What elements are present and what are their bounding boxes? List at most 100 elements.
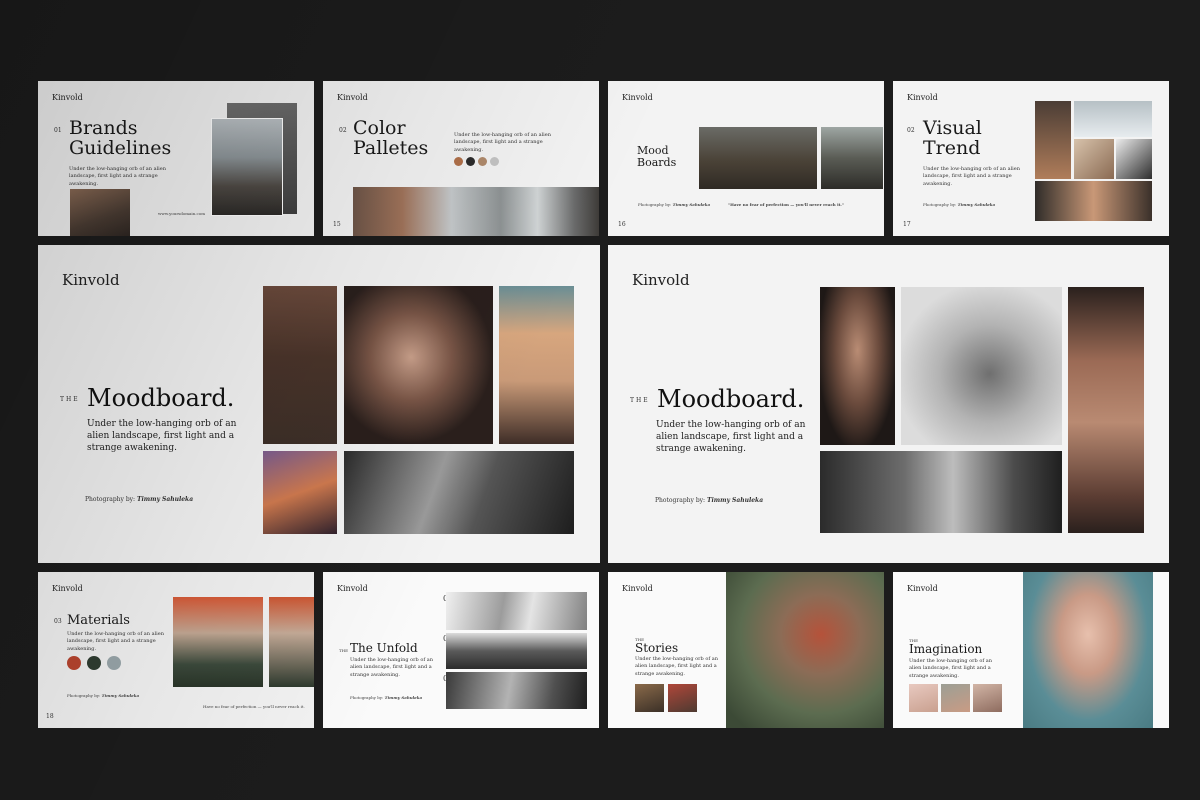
slide-description: Under the low-hanging orb of an alien la…	[909, 658, 993, 679]
slide-materials[interactable]: Kinvold 03 Materials Under the low-hangi…	[38, 572, 314, 728]
slide-title-line-1: Brands	[69, 117, 138, 139]
brand-logo: Kinvold	[632, 271, 690, 289]
photo-credit: Photography by: Timmy Sahuleka	[923, 202, 995, 207]
unfold-item-2-photo	[446, 633, 587, 669]
photo-trend-5	[1035, 181, 1152, 221]
palette-swatch-2	[87, 656, 101, 670]
slide-title: Stories	[635, 641, 679, 655]
palette-swatch-3	[478, 157, 487, 166]
photo-credit-name: Timmy Sahuleka	[384, 695, 423, 700]
slide-title: Moodboard.	[87, 384, 235, 412]
slide-title: Materials	[67, 613, 130, 628]
slide-stories[interactable]: Kinvold THE Stories Under the low-hangin…	[608, 572, 884, 728]
photo-trend-1	[1035, 101, 1071, 179]
website-url[interactable]: www.yoursdomain.com	[158, 211, 205, 216]
palette-swatch-2	[466, 157, 475, 166]
slide-title-line-2: Boards	[637, 155, 677, 169]
brand-logo: Kinvold	[622, 93, 653, 102]
slide-visual-trend[interactable]: Kinvold 02 Visual Trend Under the low-ha…	[893, 81, 1169, 236]
brand-logo: Kinvold	[907, 93, 938, 102]
photo-rust-texture	[353, 187, 599, 236]
section-number: 02	[907, 127, 915, 134]
photo-story-thumb-1	[635, 684, 664, 712]
title-prefix: THE	[339, 648, 349, 653]
photo-credit-label: Photography by:	[638, 202, 672, 207]
slide-title: The Unfold	[350, 641, 418, 655]
brand-logo: Kinvold	[62, 271, 120, 289]
slide-title-line-2: Guidelines	[69, 136, 172, 159]
photo-credit: Photography by: Timmy Sahuleka	[67, 693, 139, 698]
slide-title-line-1: Mood	[637, 144, 669, 157]
photo-trend-2	[1074, 101, 1152, 137]
slide-description: Under the low-hanging orb of an alien la…	[656, 420, 806, 455]
unfold-item-1-photo	[446, 592, 587, 630]
section-number: 01	[54, 127, 62, 134]
slide-description: Under the low-hanging orb of an alien la…	[350, 657, 434, 678]
section-number: 02	[339, 127, 347, 134]
photo-credit-label: Photography by:	[655, 497, 706, 504]
palette-swatch-4	[490, 157, 499, 166]
slide-description: Under the low-hanging orb of an alien la…	[635, 656, 719, 677]
slide-color-palletes[interactable]: Kinvold 02 Color Palletes Under the low-…	[323, 81, 599, 236]
photo-credit: Photography by: Timmy Sahuleka	[85, 496, 193, 503]
photo-woman-hand	[820, 287, 895, 445]
slide-moodboard-right[interactable]: Kinvold THE Moodboard. Under the low-han…	[608, 245, 1169, 563]
photo-red-beanie	[173, 597, 263, 687]
page-number: 17	[903, 221, 911, 228]
slide-the-unfold[interactable]: Kinvold THE The Unfold Under the low-han…	[323, 572, 599, 728]
brand-logo: Kinvold	[52, 93, 83, 102]
photo-woman-glitter	[344, 286, 493, 444]
unfold-item-3-photo	[446, 672, 587, 709]
photo-credit: Photography by: Timmy Sahuleka	[655, 497, 763, 504]
slide-title: Moodboard.	[657, 385, 805, 413]
slide-description: Under the low-hanging orb of an alien la…	[69, 166, 166, 187]
slide-title: Mood Boards	[637, 145, 676, 168]
photo-credit-name: Timmy Sahuleka	[707, 497, 764, 504]
slide-mood-boards[interactable]: Kinvold Mood Boards Photography by: Timm…	[608, 81, 884, 236]
slide-title-line-2: Palletes	[353, 136, 429, 159]
photo-statue-heads	[499, 286, 574, 444]
palette-swatch-3	[107, 656, 121, 670]
photo-woman-field	[699, 127, 817, 189]
slide-title-line-2: Trend	[923, 136, 981, 159]
page-number: 18	[46, 713, 54, 720]
photo-woman-bw-face	[820, 451, 1062, 533]
slide-brands-guidelines[interactable]: Kinvold 01 Brands Guidelines Under the l…	[38, 81, 314, 236]
photo-credit-label: Photography by:	[67, 693, 101, 698]
slide-description: Under the low-hanging orb of an alien la…	[923, 166, 1020, 187]
brand-logo: Kinvold	[622, 584, 653, 593]
photo-credit-label: Photography by:	[923, 202, 957, 207]
slide-imagination[interactable]: Kinvold THE Imagination Under the low-ha…	[893, 572, 1169, 728]
slide-title: Color Palletes	[353, 118, 429, 159]
photo-woman-petals	[1023, 572, 1153, 728]
palette-swatch-1	[454, 157, 463, 166]
title-prefix: THE	[630, 397, 650, 404]
slide-title: Brands Guidelines	[69, 117, 172, 159]
photo-woman-glitter-portrait	[1068, 287, 1144, 533]
slide-description: Under the low-hanging orb of an alien la…	[454, 132, 551, 153]
slide-title: Visual Trend	[923, 118, 982, 159]
section-number: 03	[54, 618, 62, 625]
photo-imagination-thumb-2	[941, 684, 970, 712]
palette-swatch-1	[67, 656, 81, 670]
photo-woman-glasses	[263, 286, 337, 444]
photo-couple	[726, 572, 884, 728]
photo-credit: Photography by: Timmy Sahuleka	[638, 202, 710, 207]
photo-credit: Photography by: Timmy Sahuleka	[350, 695, 422, 700]
photo-woman-rock	[211, 118, 283, 216]
slide-description: Under the low-hanging orb of an alien la…	[67, 631, 164, 652]
photo-credit-label: Photography by:	[350, 695, 384, 700]
slide-title: Imagination	[909, 642, 983, 656]
photo-credit-name: Timmy Sahuleka	[672, 202, 711, 207]
photo-woman-lake	[821, 127, 883, 189]
brand-logo: Kinvold	[907, 584, 938, 593]
slide-moodboard-left[interactable]: Kinvold THE Moodboard. Under the low-han…	[38, 245, 600, 563]
quote: "Have no fear of perfection — you'll nev…	[728, 202, 844, 207]
slide-description: Under the low-hanging orb of an alien la…	[87, 419, 237, 454]
photo-underwater-women	[344, 451, 574, 534]
brand-logo: Kinvold	[52, 584, 83, 593]
brand-logo: Kinvold	[337, 584, 368, 593]
photo-credit-name: Timmy Sahuleka	[957, 202, 996, 207]
photo-woman-crouching	[901, 287, 1062, 445]
page-number: 15	[333, 221, 341, 228]
